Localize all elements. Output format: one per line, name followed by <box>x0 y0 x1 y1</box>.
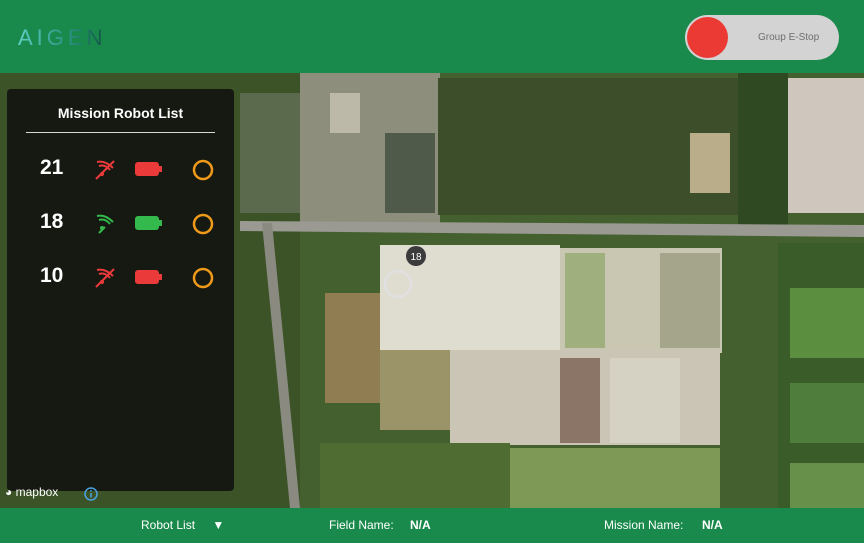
status-ring-icon[interactable] <box>191 212 215 236</box>
battery-icon <box>135 270 162 284</box>
robot-id: 10 <box>40 264 64 287</box>
chevron-down-icon: ▼ <box>212 518 225 532</box>
mapbox-label: mapbox <box>15 485 59 499</box>
mission-name-label: Mission Name: <box>604 518 684 532</box>
signal-lost-icon <box>95 268 115 288</box>
panel-title: Mission Robot List <box>57 105 184 121</box>
mission-name-value: N/A <box>702 518 723 532</box>
robot-marker-label: 18 <box>410 252 422 263</box>
panel-divider <box>26 132 215 133</box>
signal-lost-icon <box>95 160 115 180</box>
status-ring-icon[interactable] <box>191 266 215 290</box>
robot-list-label: Robot List <box>141 518 196 532</box>
robot-id: 21 <box>40 156 64 179</box>
svg-text:AIGEN: AIGEN <box>18 25 106 50</box>
robot-list-dropdown[interactable]: Robot List ▼ <box>141 508 224 543</box>
signal-icon <box>96 214 114 234</box>
robot-row[interactable]: 18 <box>7 205 234 245</box>
robot-row[interactable]: 21 <box>7 151 234 191</box>
robot-row[interactable]: 10 <box>7 259 234 299</box>
mapbox-logo-icon: ◕ <box>5 485 13 499</box>
field-name-value: N/A <box>410 518 431 532</box>
info-icon[interactable] <box>84 487 98 501</box>
estop-label: Group E-Stop <box>758 32 820 43</box>
mapbox-attribution[interactable]: ◕ mapbox <box>5 485 58 499</box>
field-name-label: Field Name: <box>329 518 394 532</box>
estop-knob[interactable] <box>687 17 728 58</box>
top-bar: AIGEN Group E-Stop <box>0 0 864 73</box>
status-ring-icon[interactable] <box>191 158 215 182</box>
bottom-status-bar: Robot List ▼ Field Name: N/A Mission Nam… <box>0 508 864 539</box>
aigen-logo: AIGEN <box>18 25 106 50</box>
battery-icon <box>135 162 162 176</box>
mission-robot-list-panel: Mission Robot List 21 18 10 <box>7 89 234 491</box>
group-estop-toggle[interactable]: Group E-Stop <box>685 15 839 60</box>
battery-icon <box>135 216 162 230</box>
robot-id: 18 <box>40 210 64 233</box>
